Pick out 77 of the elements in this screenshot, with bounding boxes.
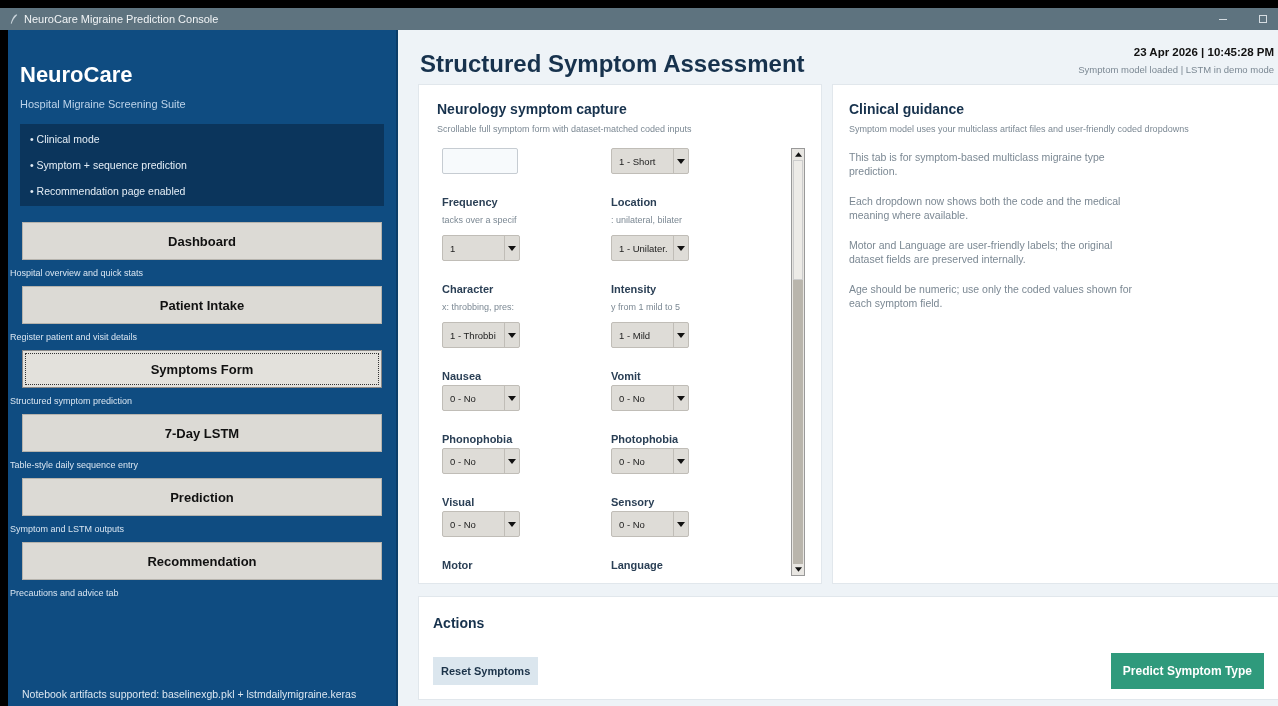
field-label: Language xyxy=(611,559,664,571)
field-hint: y from 1 mild to 5 xyxy=(611,302,682,312)
nav-caption: Precautions and advice tab xyxy=(10,588,120,598)
field-hint: x: throbbing, pres: xyxy=(442,302,516,312)
caret-icon xyxy=(508,245,516,251)
guidance-text: Each dropdown now shows both the code and the medical meaning where available. xyxy=(849,194,1122,222)
card-title: Actions xyxy=(433,615,486,631)
dropdown[interactable]: 1 - Short xyxy=(611,148,689,174)
field-label: Photophobia xyxy=(611,433,680,445)
maximize-icon[interactable] xyxy=(1258,14,1268,24)
field-label: Phonophobia xyxy=(442,433,514,445)
field-label: Character xyxy=(442,283,495,295)
feather-icon xyxy=(10,13,18,25)
card-title: Neurology symptom capture xyxy=(437,101,628,117)
window-title: NeuroCare Migraine Prediction Console xyxy=(24,13,219,25)
field-label: Intensity xyxy=(611,283,658,295)
dropdown[interactable]: 1 xyxy=(442,235,520,261)
nav-caption: Hospital overview and quick stats xyxy=(10,268,145,278)
nav-button[interactable]: Dashboard xyxy=(22,222,382,260)
nav-caption: Symptom and LSTM outputs xyxy=(10,524,126,534)
field-label: Nausea xyxy=(442,370,483,382)
caret-icon xyxy=(508,521,516,527)
dropdown[interactable]: 0 - No xyxy=(611,448,689,474)
footer-text: Notebook artifacts supported: baselinexgb.pkl + lstmdailymigraine.keras xyxy=(22,688,358,700)
dropdown[interactable]: 1 - Unilater. xyxy=(611,235,689,261)
caret-icon xyxy=(508,332,516,338)
dropdown[interactable]: 0 - No xyxy=(442,385,520,411)
field-label: Location xyxy=(611,196,658,208)
field-label: Frequency xyxy=(442,196,499,208)
dropdown[interactable]: 0 - No xyxy=(442,511,520,537)
field-label: Motor xyxy=(442,559,474,571)
guidance-text: This tab is for symptom-based multiclass migraine type prediction. xyxy=(849,150,1106,178)
nav-button[interactable]: 7-Day LSTM xyxy=(22,414,382,452)
guidance-text: Motor and Language are user-friendly labels; the original dataset fields are preserved internally. xyxy=(849,238,1114,266)
feature-text: • Clinical mode xyxy=(30,132,101,147)
field-label: Sensory xyxy=(611,496,656,508)
card-subtitle: Symptom model uses your multiclass artifact files and user-friendly coded dropdowns xyxy=(849,124,1190,134)
caret-icon xyxy=(508,395,516,401)
caret-icon xyxy=(677,458,685,464)
brand-subtitle: Hospital Migraine Screening Suite xyxy=(20,98,187,110)
caret-icon xyxy=(677,245,685,251)
scroll-down-icon[interactable] xyxy=(794,567,802,572)
field-label: Visual xyxy=(442,496,476,508)
scroll-thumb[interactable] xyxy=(793,160,803,280)
caret-icon xyxy=(508,458,516,464)
feature-text: • Symptom + sequence prediction xyxy=(30,158,188,173)
nav-caption: Table-style daily sequence entry xyxy=(10,460,140,470)
card-subtitle: Scrollable full symptom form with dataset-matched coded inputs xyxy=(437,124,693,134)
nav-button[interactable]: Patient Intake xyxy=(22,286,382,324)
input-field[interactable] xyxy=(442,148,518,174)
date-time: 23 Apr 2026 | 10:45:28 PM xyxy=(1132,46,1274,58)
dropdown[interactable]: 1 - Throbbi xyxy=(442,322,520,348)
card-title: Clinical guidance xyxy=(849,101,966,117)
dropdown[interactable]: 0 - No xyxy=(611,511,689,537)
brand-title: NeuroCare xyxy=(20,62,134,88)
dropdown[interactable]: 1 - Mild xyxy=(611,322,689,348)
nav-caption: Structured symptom prediction xyxy=(10,396,134,406)
nav-button[interactable]: Symptoms Form xyxy=(22,350,382,388)
dropdown[interactable]: 0 - No xyxy=(442,448,520,474)
dropdown[interactable]: 0 - No xyxy=(611,385,689,411)
caret-icon xyxy=(677,158,685,164)
feature-text: • Recommendation page enabled xyxy=(30,184,187,199)
caret-icon xyxy=(677,332,685,338)
field-label: Vomit xyxy=(611,370,642,382)
field-hint: : unilateral, bilater xyxy=(611,215,684,225)
caret-icon xyxy=(677,521,685,527)
guidance-text: Age should be numeric; use only the coded values shown for each symptom field. xyxy=(849,282,1134,310)
scroll-up-icon[interactable] xyxy=(794,152,802,157)
status-text: Symptom model loaded | LSTM in demo mode xyxy=(1078,64,1274,75)
nav-button[interactable]: Prediction xyxy=(22,478,382,516)
nav-caption: Register patient and visit details xyxy=(10,332,139,342)
caret-icon xyxy=(677,395,685,401)
field-hint: tacks over a specif xyxy=(442,215,518,225)
page-title: Structured Symptom Assessment xyxy=(420,50,805,78)
scrollbar[interactable] xyxy=(791,148,805,576)
nav-button[interactable]: Recommendation xyxy=(22,542,382,580)
action-button[interactable]: Reset Symptoms xyxy=(433,657,539,685)
